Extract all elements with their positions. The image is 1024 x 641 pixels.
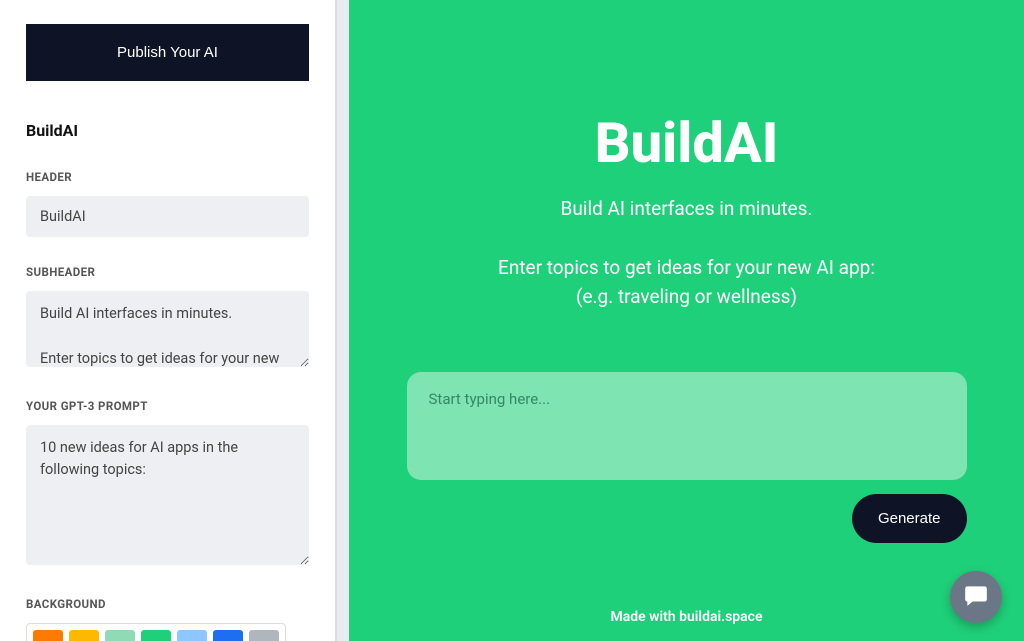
- preview-pane: BuildAI Build AI interfaces in minutes. …: [349, 0, 1024, 641]
- subheader-input[interactable]: [26, 291, 309, 367]
- generate-button[interactable]: Generate: [852, 494, 967, 543]
- chat-icon: [963, 582, 989, 612]
- header-input[interactable]: [26, 196, 309, 237]
- color-swatch-2[interactable]: [105, 630, 135, 641]
- preview-footer: Made with buildai.space: [349, 609, 1024, 625]
- preview-content: BuildAI Build AI interfaces in minutes. …: [349, 0, 1024, 641]
- background-field-label: BACKGROUND: [26, 597, 309, 611]
- prompt-field-label: YOUR GPT-3 PROMPT: [26, 399, 309, 413]
- subheader-field-label: SUBHEADER: [26, 265, 309, 279]
- app-name-title: BuildAI: [26, 121, 309, 140]
- header-field-label: HEADER: [26, 170, 309, 184]
- color-swatch-1[interactable]: [69, 630, 99, 641]
- pane-divider[interactable]: [335, 0, 349, 641]
- color-swatch-0[interactable]: [33, 630, 63, 641]
- color-swatch-3[interactable]: [141, 630, 171, 641]
- color-swatch-5[interactable]: [213, 630, 243, 641]
- preview-title: BuildAI: [595, 110, 779, 176]
- publish-button[interactable]: Publish Your AI: [26, 24, 309, 81]
- generate-row: Generate: [407, 494, 967, 543]
- prompt-input[interactable]: [26, 425, 309, 565]
- chat-fab[interactable]: [950, 571, 1002, 623]
- background-swatches: [26, 623, 286, 641]
- editor-sidebar: Publish Your AI BuildAI HEADER SUBHEADER…: [0, 0, 335, 641]
- preview-user-input[interactable]: [407, 372, 967, 480]
- color-swatch-4[interactable]: [177, 630, 207, 641]
- color-swatch-6[interactable]: [249, 630, 279, 641]
- preview-subheader: Build AI interfaces in minutes. Enter to…: [498, 194, 875, 312]
- app-root: Publish Your AI BuildAI HEADER SUBHEADER…: [0, 0, 1024, 641]
